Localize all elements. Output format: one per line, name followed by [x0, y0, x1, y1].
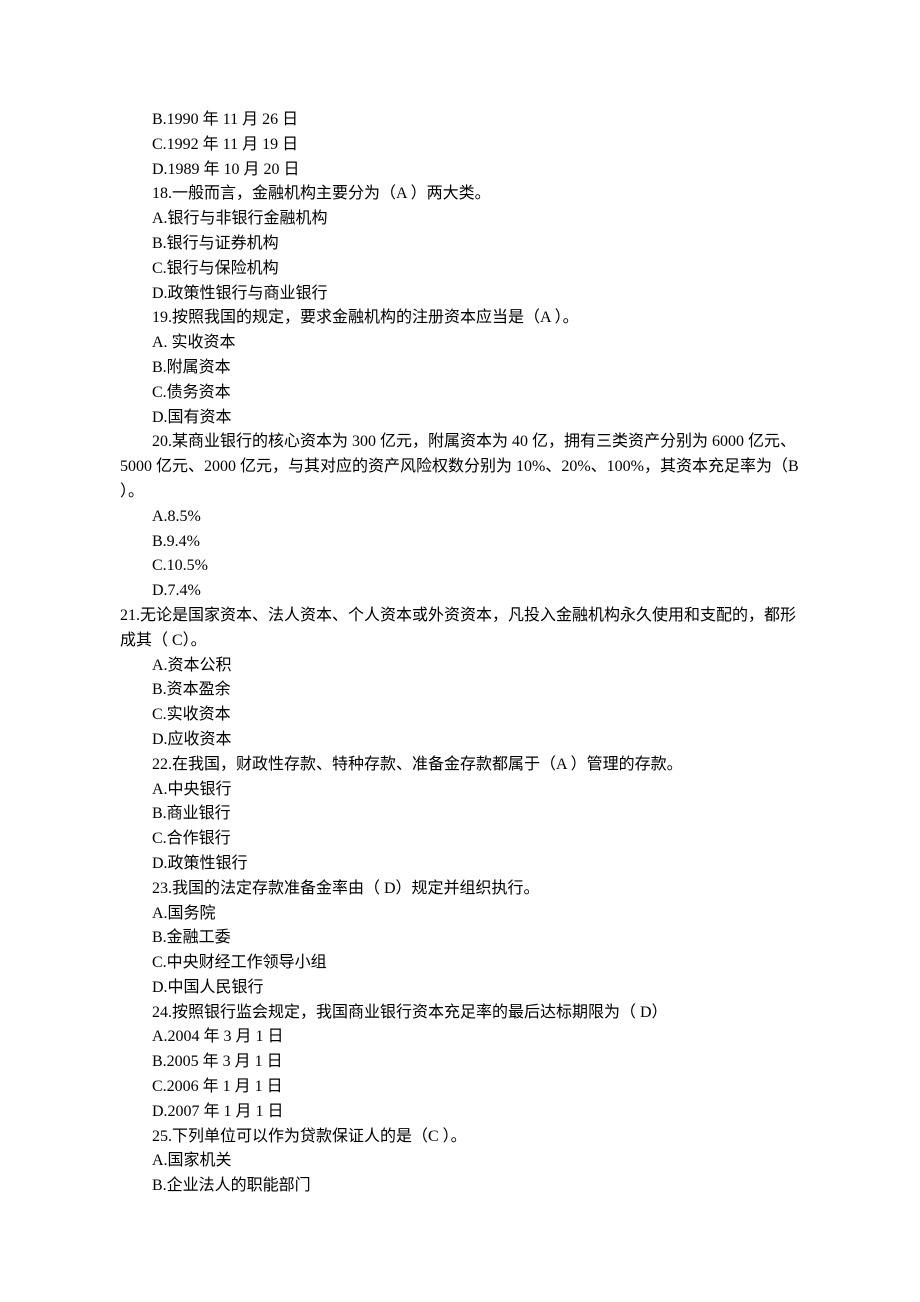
text-line: B.9.4%: [120, 530, 800, 555]
text-line: B.2005 年 3 月 1 日: [120, 1050, 800, 1075]
text-line: C.实收资本: [120, 703, 800, 728]
text-line: A.中央银行: [120, 778, 800, 803]
text-line: C.中央财经工作领导小组: [120, 951, 800, 976]
text-line: B.金融工委: [120, 926, 800, 951]
text-line: D.7.4%: [120, 579, 800, 604]
text-line: A.国务院: [120, 902, 800, 927]
text-line: B.1990 年 11 月 26 日: [120, 108, 800, 133]
text-line: C.债务资本: [120, 381, 800, 406]
text-line: 21.无论是国家资本、法人资本、个人资本或外资资本，凡投入金融机构永久使用和支配…: [120, 604, 800, 654]
text-line: B.资本盈余: [120, 678, 800, 703]
text-line: D.国有资本: [120, 406, 800, 431]
text-line: C.合作银行: [120, 827, 800, 852]
text-line: C.银行与保险机构: [120, 257, 800, 282]
text-line: A.2004 年 3 月 1 日: [120, 1025, 800, 1050]
text-line: B.企业法人的职能部门: [120, 1174, 800, 1199]
text-line: 22.在我国，财政性存款、特种存款、准备金存款都属于（A ）管理的存款。: [120, 753, 800, 778]
text-line: A.国家机关: [120, 1149, 800, 1174]
document-page: B.1990 年 11 月 26 日C.1992 年 11 月 19 日D.19…: [0, 0, 920, 1302]
text-line: A.8.5%: [120, 505, 800, 530]
text-line: 19.按照我国的规定，要求金融机构的注册资本应当是（A ）。: [120, 306, 800, 331]
text-line: 24.按照银行监会规定，我国商业银行资本充足率的最后达标期限为（ D）: [120, 1001, 800, 1026]
text-line: D.2007 年 1 月 1 日: [120, 1100, 800, 1125]
text-line: A. 实收资本: [120, 331, 800, 356]
text-line: D.中国人民银行: [120, 976, 800, 1001]
text-line: D.应收资本: [120, 728, 800, 753]
text-line: 23.我国的法定存款准备金率由（ D）规定并组织执行。: [120, 877, 800, 902]
text-line: D.1989 年 10 月 20 日: [120, 158, 800, 183]
text-line: A.资本公积: [120, 654, 800, 679]
text-line: 20.某商业银行的核心资本为 300 亿元，附属资本为 40 亿，拥有三类资产分…: [120, 430, 800, 504]
text-line: 18.一般而言，金融机构主要分为（A ）两大类。: [120, 182, 800, 207]
text-line: B.银行与证券机构: [120, 232, 800, 257]
text-line: C.2006 年 1 月 1 日: [120, 1075, 800, 1100]
text-line: D.政策性银行: [120, 852, 800, 877]
text-line: D.政策性银行与商业银行: [120, 282, 800, 307]
text-line: B.商业银行: [120, 802, 800, 827]
text-line: B.附属资本: [120, 356, 800, 381]
text-line: A.银行与非银行金融机构: [120, 207, 800, 232]
text-line: 25.下列单位可以作为贷款保证人的是（C ）。: [120, 1125, 800, 1150]
text-line: C.1992 年 11 月 19 日: [120, 133, 800, 158]
text-line: C.10.5%: [120, 554, 800, 579]
